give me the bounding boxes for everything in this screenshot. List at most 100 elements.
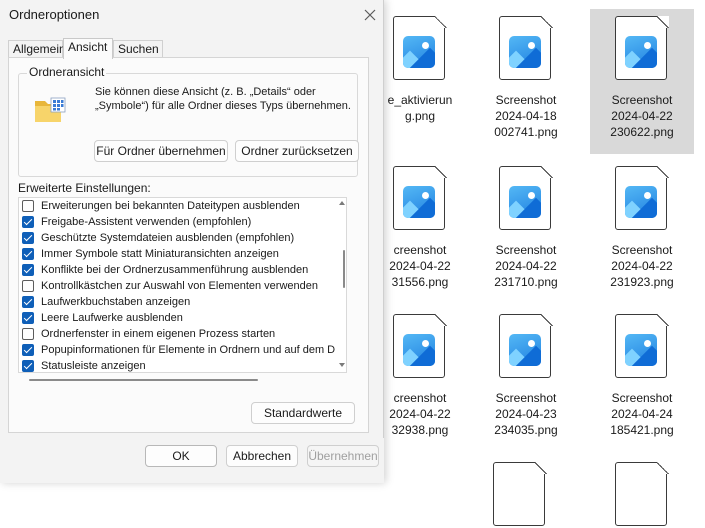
image-file-icon [499,16,553,82]
advanced-settings-list[interactable]: Erweiterungen bei bekannten Dateitypen a… [18,197,347,373]
horizontal-scroll-thumb[interactable] [29,379,258,381]
tab-ansicht[interactable]: Ansicht [63,38,113,59]
tab-suchen[interactable]: Suchen [113,40,163,57]
file-name-line: 2024-04-22 [495,259,557,273]
checkbox[interactable] [22,200,34,212]
scroll-down-icon[interactable] [339,363,345,367]
file-name-line: 234035.png [494,423,558,437]
setting-label: Immer Symbole statt Miniaturansichten an… [41,248,279,260]
checkbox-checked[interactable] [22,312,34,324]
dialog-footer: OK Abbrechen Übernehmen [0,438,384,483]
file-item[interactable]: creenshot 2024-04-22 31556.png [372,166,468,290]
folder-view-group: Ordneransicht Sie können diese Ansicht (… [18,65,359,177]
folder-icon [35,97,66,122]
tab-allgemein[interactable]: Allgemein [8,40,66,57]
checkbox-checked[interactable] [22,360,34,372]
setting-label: Ordnerfenster in einem eigenen Prozess s… [41,328,276,340]
setting-label: Geschützte Systemdateien ausblenden (emp… [41,232,295,244]
setting-label: Erweiterungen bei bekannten Dateitypen a… [41,200,300,212]
file-item[interactable]: Screenshot 2024-04-22 231923.png [594,166,690,290]
setting-item[interactable]: Popupinformationen für Elemente in Ordne… [22,342,336,358]
checkbox-checked[interactable] [22,264,34,276]
file-item[interactable]: Screenshot 2024-04-18 002741.png [478,16,574,140]
setting-item[interactable]: Erweiterungen bei bekannten Dateitypen a… [22,198,300,214]
checkbox-checked[interactable] [22,344,34,356]
file-name-line: 2024-04-24 [611,407,673,421]
file-name-line: 2024-04-23 [495,407,557,421]
image-file-icon [393,314,447,380]
file-name-line: 2024-04-22 [611,109,673,123]
file-name-line: Screenshot [495,243,557,257]
checkbox[interactable] [22,328,34,340]
folder-view-description: Sie können diese Ansicht (z. B. „Details… [95,86,351,112]
file-name-line: 31556.png [391,275,449,289]
image-file-icon [393,16,447,82]
setting-item[interactable]: Kontrollkästchen zur Auswahl von Element… [22,278,318,294]
file-name-line: 2024-04-22 [611,259,673,273]
image-file-icon [393,166,447,232]
file-item[interactable]: Screenshot 2024-04-23 234035.png [478,314,574,438]
setting-label: Kontrollkästchen zur Auswahl von Element… [41,280,318,292]
setting-item[interactable]: Ordnerfenster in einem eigenen Prozess s… [22,326,276,342]
setting-label: Popupinformationen für Elemente in Ordne… [41,344,336,356]
close-button[interactable] [356,0,384,30]
apply-to-folders-button[interactable]: Für Ordner übernehmen [94,140,228,162]
folder-view-group-label: Ordneransicht [27,65,107,79]
setting-item[interactable]: Statusleiste anzeigen [22,358,146,372]
checkbox-checked[interactable] [22,232,34,244]
checkbox-checked[interactable] [22,296,34,308]
file-name-line: 185421.png [610,423,674,437]
reset-folders-button[interactable]: Ordner zurücksetzen [235,140,359,162]
image-file-icon [615,314,669,380]
checkbox[interactable] [22,280,34,292]
setting-label: Leere Laufwerke ausblenden [41,312,183,324]
setting-item[interactable]: Laufwerkbuchstaben anzeigen [22,294,191,310]
file-name-line: Screenshot [611,243,673,257]
cancel-button[interactable]: Abbrechen [226,445,298,467]
apply-button[interactable]: Übernehmen [307,445,379,467]
image-file-icon [493,462,547,528]
tab-panel-ansicht: Ordneransicht Sie können diese Ansicht (… [8,57,369,433]
file-item[interactable]: e_aktivierun g.png [372,16,468,124]
dialog-title: Ordneroptionen [9,7,100,22]
vertical-scroll-thumb[interactable] [343,250,345,288]
file-item[interactable]: Screenshot 2024-04-24 185421.png [594,314,690,438]
folder-options-dialog: Ordneroptionen Allgemein Ansicht Suchen … [0,0,384,483]
setting-item[interactable]: Leere Laufwerke ausblenden [22,310,183,326]
scroll-up-icon[interactable] [339,201,345,205]
setting-item[interactable]: Geschützte Systemdateien ausblenden (emp… [22,230,295,246]
file-name-line: 2024-04-22 [389,407,451,421]
setting-item[interactable]: Freigabe-Assistent verwenden (empfohlen) [22,214,252,230]
file-name-line: Screenshot [611,391,673,405]
image-file-icon [499,166,553,232]
setting-label: Freigabe-Assistent verwenden (empfohlen) [41,216,252,228]
file-item[interactable]: creenshot 2024-04-22 32938.png [372,314,468,438]
file-name-line: Screenshot [495,93,557,107]
ok-button[interactable]: OK [145,445,217,467]
image-file-icon [615,166,669,232]
checkbox-checked[interactable] [22,248,34,260]
image-file-icon [499,314,553,380]
file-item[interactable]: Screenshot 2024-04-22 231710.png [478,166,574,290]
checkbox-checked[interactable] [22,216,34,228]
file-name-line: 231710.png [494,275,558,289]
file-name-line: creenshot [393,391,447,405]
file-name-line: 2024-04-22 [389,259,451,273]
file-name-line: 002741.png [494,125,558,139]
file-name-line: e_aktivierun [387,93,453,107]
file-name-line: g.png [404,109,436,123]
restore-defaults-button[interactable]: Standardwerte [251,402,355,424]
close-icon [364,9,376,21]
file-name-line: Screenshot [611,93,673,107]
image-file-icon [615,462,669,528]
title-bar[interactable]: Ordneroptionen [0,0,384,32]
file-name-line: 2024-04-18 [495,109,557,123]
file-name-line: Screenshot [495,391,557,405]
setting-label: Statusleiste anzeigen [41,360,146,372]
file-name-line: 32938.png [391,423,449,437]
file-item-selected[interactable]: Screenshot 2024-04-22 230622.png [590,9,694,154]
setting-item[interactable]: Konflikte bei der Ordnerzusammenführung … [22,262,309,278]
setting-label: Konflikte bei der Ordnerzusammenführung … [41,264,309,276]
setting-item[interactable]: Immer Symbole statt Miniaturansichten an… [22,246,279,262]
setting-label: Laufwerkbuchstaben anzeigen [41,296,191,308]
